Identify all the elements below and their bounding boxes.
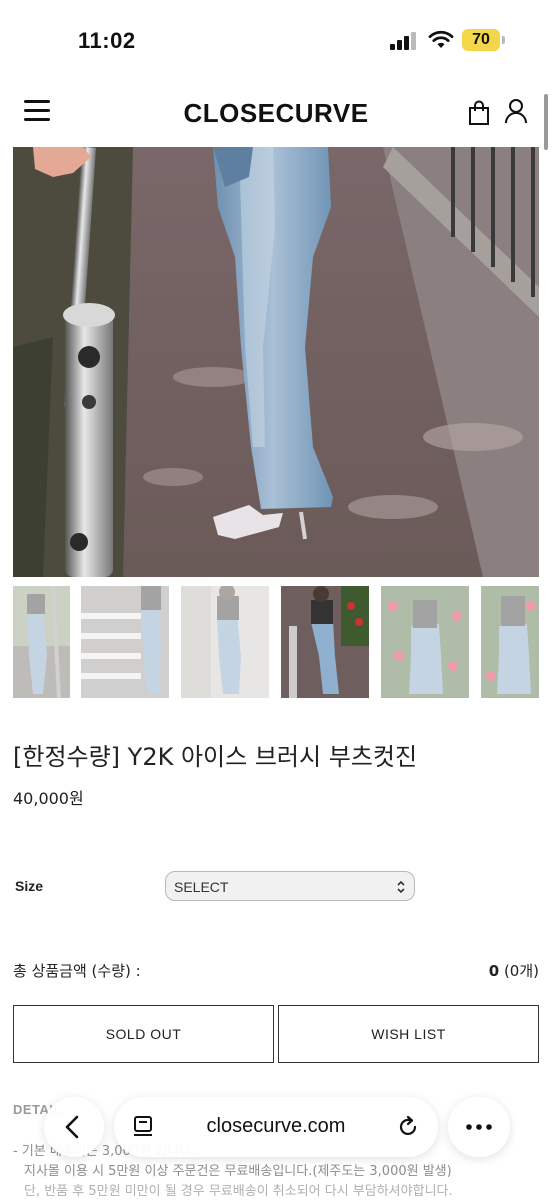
status-time: 11:02 (78, 28, 136, 53)
battery-level: 70 (472, 31, 490, 48)
chevron-up-down-icon (397, 880, 405, 894)
total-amount: 0 (488, 962, 500, 980)
browser-back-button[interactable] (44, 1097, 104, 1157)
product-price: 40,000원 (13, 789, 84, 808)
user-icon[interactable] (504, 98, 528, 124)
status-bar: 11:02 70 (0, 0, 552, 80)
thumbnail-6[interactable] (481, 586, 539, 698)
brand-name: CLOSECURVE (183, 98, 369, 128)
reload-icon[interactable] (396, 1115, 420, 1139)
page-scrollbar[interactable] (544, 94, 548, 150)
total-price-label: 총 상품금액 (수량) : (13, 962, 141, 980)
size-select[interactable]: SELECT (165, 871, 415, 901)
thumbnail-1[interactable] (13, 586, 70, 698)
site-header: CLOSECURVE (0, 80, 552, 146)
size-select-value: SELECT (174, 879, 229, 895)
browser-more-button[interactable] (448, 1097, 510, 1157)
total-price-value: 0 (0개) (489, 960, 539, 981)
browser-address-bar[interactable]: closecurve.com (114, 1097, 438, 1157)
product-title: [한정수량] Y2K 아이스 브러시 부츠컷진 (13, 743, 418, 771)
more-icon (466, 1124, 492, 1130)
product-photo (13, 147, 539, 577)
back-arrow-icon (65, 1115, 79, 1139)
total-count: (0개) (503, 962, 539, 980)
details-line-3: 단, 반품 후 5만원 미만이 될 경우 무료배송이 취소되어 다시 부담하셔야… (24, 1184, 453, 1199)
sold-out-button[interactable]: SOLD OUT (13, 1005, 274, 1063)
battery-icon: 70 (462, 29, 500, 51)
thumbnail-strip (13, 586, 539, 698)
wish-list-button[interactable]: WISH LIST (278, 1005, 539, 1063)
browser-url: closecurve.com (206, 1115, 346, 1137)
signal-icon (390, 32, 420, 50)
thumbnail-3[interactable] (181, 586, 269, 698)
product-main-image[interactable] (13, 147, 539, 577)
details-line-2: 지사몰 이용 시 5만원 이상 주문건은 무료배송입니다.(제주도는 3,000… (24, 1164, 452, 1179)
battery-tip (502, 36, 505, 44)
thumbnail-4-active[interactable] (281, 586, 369, 698)
shopping-bag-icon[interactable] (468, 100, 490, 126)
size-label: Size (15, 878, 44, 894)
wifi-icon (428, 30, 454, 48)
thumbnail-2[interactable] (81, 586, 169, 698)
thumbnail-5[interactable] (381, 586, 469, 698)
